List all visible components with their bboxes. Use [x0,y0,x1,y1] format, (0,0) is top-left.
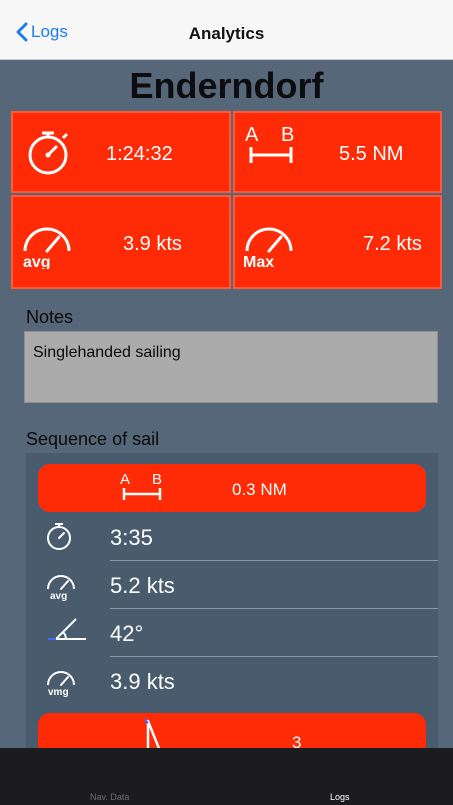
leg-vmg-icon-label: vmg [48,687,69,697]
distance-a-b-icon: A B [245,124,294,163]
leg-distance-pill[interactable]: A B 0.3 NM [38,464,426,512]
sequence-list[interactable]: A B 0.3 NM 3:35 avg 5.2 kts 42° vmg 3.9 … [26,453,438,748]
duration-tile: 1:24:32 [11,111,231,193]
avg-speed-tile: avg 3.9 kts [11,195,231,289]
leg-duration-row: 3:35 [110,513,438,561]
sequence-label: Sequence of sail [26,429,160,449]
leg-icon-b: B [152,471,162,488]
leg-vmg-speed-value: 3.9 kts [110,669,175,694]
stopwatch-icon [47,523,71,550]
next-leg-value: 3 [292,733,302,748]
notes-label: Notes [26,307,74,327]
leg-distance-value: 0.3 NM [232,480,287,499]
place-title: Enderndorf [129,65,324,106]
leg-avg-icon-label: avg [50,591,67,601]
vmg-gauge-icon: vmg [47,671,75,697]
distance-value: 5.5 NM [339,143,404,165]
sail-icon [143,718,161,748]
tab-bar: Nav. Data Logs [0,748,453,805]
max-speed-tile: Max 7.2 kts [233,195,442,289]
leg-avg-speed-row: 5.2 kts [110,561,438,609]
distance-tile: A B 5.5 NM [233,111,442,193]
duration-value: 1:24:32 [106,143,173,165]
leg-avg-speed-value: 5.2 kts [110,573,175,598]
next-leg-pill[interactable]: 3 [38,713,426,748]
notes-field[interactable]: Singlehanded sailing [24,331,438,403]
leg-icon-a: A [120,471,130,488]
avg-icon-label: avg [23,254,51,269]
nav-bar: Logs Analytics [0,0,453,60]
analytics-content[interactable]: Enderndorf 1:24:32 A B 5.5 NM avg 3.9 kt… [0,61,453,748]
max-gauge-icon: Max [243,227,293,269]
distance-icon-b: B [281,124,294,146]
distance-a-b-icon: A B [120,471,162,500]
stopwatch-icon [28,131,69,175]
avg-gauge-icon: avg [47,575,75,601]
leg-angle-row: 42° [110,609,438,657]
angle-icon [48,618,86,640]
max-icon-label: Max [243,254,274,269]
distance-icon-a: A [245,124,259,146]
max-speed-value: 7.2 kts [363,233,422,255]
tab-nav-data[interactable]: Nav. Data [90,792,129,802]
leg-duration-value: 3:35 [110,525,153,550]
tab-logs[interactable]: Logs [330,792,350,802]
avg-gauge-icon: avg [23,227,71,269]
avg-speed-value: 3.9 kts [123,233,182,255]
leg-angle-value: 42° [110,621,144,646]
leg-vmg-speed-row: 3.9 kts [110,657,438,705]
page-title: Analytics [188,24,265,43]
